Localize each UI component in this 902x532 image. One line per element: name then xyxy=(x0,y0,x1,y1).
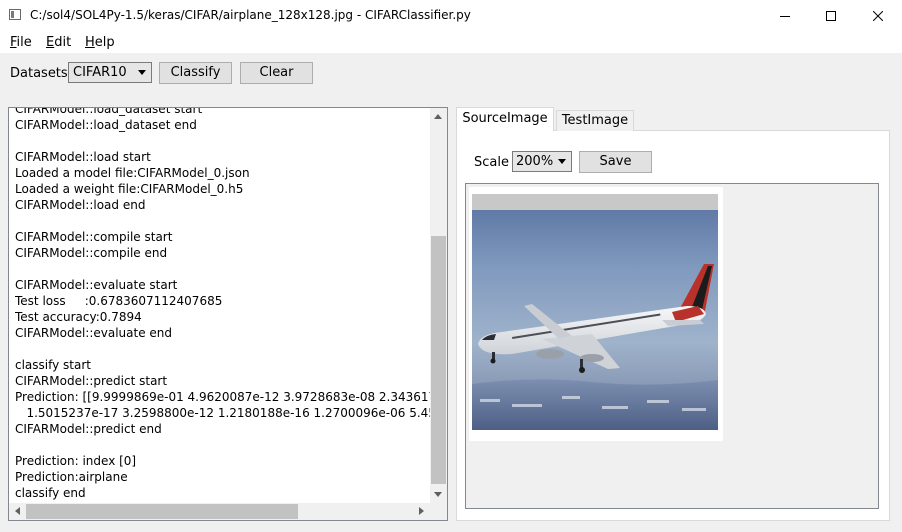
menu-edit-mnemonic: E xyxy=(46,35,55,50)
scroll-right-icon[interactable] xyxy=(419,507,424,515)
scroll-down-icon[interactable] xyxy=(434,492,442,497)
clear-button[interactable]: Clear xyxy=(240,62,313,84)
save-button[interactable]: Save xyxy=(579,151,652,173)
minimize-button[interactable] xyxy=(762,0,808,31)
horizontal-scrollbar[interactable] xyxy=(9,503,430,520)
scrollbar-corner xyxy=(430,503,447,520)
scale-label: Scale xyxy=(474,155,509,170)
close-icon xyxy=(873,10,883,21)
menu-help[interactable]: Help xyxy=(85,35,115,50)
scale-selected-value: 200% xyxy=(516,154,554,169)
menu-file[interactable]: File xyxy=(10,35,32,50)
menu-edit-label: dit xyxy=(54,35,72,50)
chevron-down-icon xyxy=(558,159,566,164)
scale-select[interactable]: 200% xyxy=(512,151,572,172)
image-frame xyxy=(469,187,723,441)
menu-help-mnemonic: H xyxy=(85,35,95,50)
minimize-icon xyxy=(780,15,790,17)
app-window-icon xyxy=(9,9,21,20)
vertical-scrollbar[interactable] xyxy=(430,108,447,503)
close-button[interactable] xyxy=(855,0,901,31)
horizontal-scroll-thumb[interactable] xyxy=(26,504,298,519)
tab-test-image[interactable]: TestImage xyxy=(556,110,634,131)
scroll-up-icon[interactable] xyxy=(434,114,442,119)
maximize-button[interactable] xyxy=(808,0,854,31)
scroll-left-icon[interactable] xyxy=(15,507,20,515)
window-title: C:/sol4/SOL4Py-1.5/keras/CIFAR/airplane_… xyxy=(30,8,471,22)
datasets-label: Datasets xyxy=(10,66,68,81)
menu-edit[interactable]: Edit xyxy=(46,35,71,50)
dataset-selected-value: CIFAR10 xyxy=(73,65,127,80)
log-text: CIFARModel::load_dataset start CIFARMode… xyxy=(15,107,435,500)
image-view[interactable] xyxy=(465,183,879,509)
menu-help-label: elp xyxy=(94,35,115,50)
maximize-icon xyxy=(826,10,836,21)
log-text-area[interactable]: CIFARModel::load_dataset start CIFARMode… xyxy=(8,107,448,521)
tab-source-image[interactable]: SourceImage xyxy=(456,107,554,131)
ground-city xyxy=(472,379,718,430)
vertical-scroll-thumb[interactable] xyxy=(431,236,446,484)
airplane-image xyxy=(472,194,718,430)
chevron-down-icon xyxy=(138,70,146,75)
dataset-select[interactable]: CIFAR10 xyxy=(68,62,152,83)
menu-bar xyxy=(0,31,902,53)
menu-file-label: ile xyxy=(16,35,32,50)
classify-button[interactable]: Classify xyxy=(159,62,232,84)
